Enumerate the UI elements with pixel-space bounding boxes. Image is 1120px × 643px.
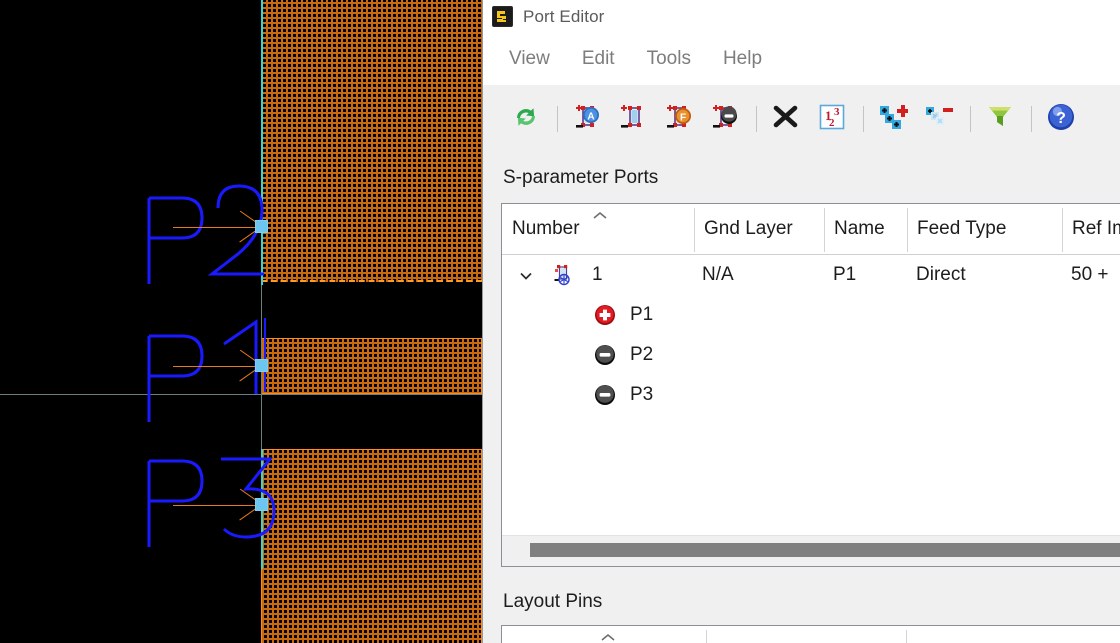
svg-text:F: F: [680, 112, 686, 123]
column-header-gnd-layer[interactable]: Gnd Layer: [694, 204, 824, 254]
toolbar-separator-5: [1031, 106, 1032, 132]
svg-text:3: 3: [834, 106, 840, 118]
table-row[interactable]: 1 N/A P1 Direct 50 +: [502, 255, 1120, 295]
help-button[interactable]: ?: [1042, 100, 1080, 138]
help-icon: ?: [1045, 101, 1077, 138]
sparameter-ports-title: S-parameter Ports: [503, 167, 659, 188]
delete-icon: [771, 102, 801, 137]
add-port-terminal-icon: [618, 102, 648, 137]
menubar: View Edit Tools Help: [483, 33, 1120, 85]
port-lead-p2: [173, 227, 266, 228]
menu-item-view[interactable]: View: [501, 45, 566, 73]
menu-item-edit[interactable]: Edit: [566, 45, 631, 73]
layout-pins-grid[interactable]: [501, 625, 1120, 643]
toolbar-separator-2: [756, 106, 757, 132]
create-terminal-port-button[interactable]: [614, 100, 652, 138]
port-label-p1: [146, 314, 268, 424]
layout-pins-column-header-2[interactable]: [706, 626, 906, 643]
delete-port-button[interactable]: [767, 100, 805, 138]
menu-item-tools[interactable]: Tools: [631, 45, 707, 73]
layout-canvas[interactable]: [0, 0, 482, 643]
add-port-auto-icon: A: [572, 102, 602, 137]
create-automatic-port-button[interactable]: A: [568, 100, 606, 138]
cell-feed-type: Direct: [916, 264, 966, 285]
table-row[interactable]: P3: [502, 375, 1120, 415]
add-pins-icon: [878, 102, 909, 137]
refresh-icon: [511, 102, 541, 137]
window-title: Port Editor: [523, 6, 605, 26]
sparameter-grid-header: Number Gnd Layer Name Feed Type Ref Im: [502, 204, 1120, 255]
port-marker-p3[interactable]: [255, 498, 268, 511]
cell-terminal-name: P3: [630, 384, 654, 405]
filter-icon: [985, 102, 1015, 137]
window-titlebar: Port Editor: [483, 0, 1120, 33]
svg-text:2: 2: [829, 117, 835, 129]
cell-number: 1: [592, 264, 603, 285]
copper-region-middle: [261, 338, 482, 394]
column-header-number[interactable]: Number: [502, 204, 694, 254]
port-marker-p1[interactable]: [255, 359, 268, 372]
create-negative-port-button[interactable]: [706, 100, 744, 138]
layout-pins-title: Layout Pins: [503, 591, 603, 612]
column-header-feed-type[interactable]: Feed Type: [907, 204, 1062, 254]
port-lead-p3: [173, 505, 266, 506]
toolbar: A F 1 2 3 ?: [483, 85, 1120, 153]
port-lead-p1: [173, 366, 266, 367]
layout-pins-grid-header: [502, 626, 1120, 643]
layout-pins-column-header-3[interactable]: [906, 626, 1120, 643]
add-port-field-icon: F: [664, 102, 694, 137]
toolbar-separator-4: [970, 106, 971, 132]
port-editor-screen: Port Editor View Edit Tools Help A F 1 2…: [0, 0, 1120, 643]
table-row[interactable]: P2: [502, 335, 1120, 375]
port-editor-panel: Port Editor View Edit Tools Help A F 1 2…: [482, 0, 1120, 643]
cell-terminal-name: P2: [630, 344, 654, 365]
layout-pins-column-header-1[interactable]: [502, 626, 706, 643]
svg-text:?: ?: [1056, 110, 1066, 127]
copper-region-bottom: [261, 449, 482, 643]
cell-ref-impedance: 50 +: [1071, 264, 1109, 285]
port-label-p2: [146, 176, 268, 286]
cell-gnd-layer: N/A: [702, 264, 734, 285]
horizontal-scrollbar[interactable]: [502, 535, 1120, 566]
toolbar-separator-3: [863, 106, 864, 132]
svg-text:A: A: [587, 111, 594, 122]
filter-button[interactable]: [981, 100, 1019, 138]
horizontal-scrollbar-thumb[interactable]: [530, 543, 1120, 557]
expand-chevron-icon[interactable]: [518, 268, 534, 284]
port-editor-logo-icon: [492, 6, 513, 27]
terminal-positive-icon: [594, 304, 616, 326]
cell-terminal-name: P1: [630, 304, 654, 325]
add-port-negative-icon: [710, 102, 740, 137]
terminal-negative-icon: [594, 384, 616, 406]
renumber-icon: 1 2 3: [817, 102, 847, 137]
refresh-button[interactable]: [507, 100, 545, 138]
sparameter-grid-body: 1 N/A P1 Direct 50 + P1 P2 P3: [502, 255, 1120, 537]
renumber-ports-button[interactable]: 1 2 3: [813, 100, 851, 138]
cell-name: P1: [833, 264, 857, 285]
toolbar-separator-1: [557, 106, 558, 132]
column-header-ref-impedance[interactable]: Ref Im: [1062, 204, 1120, 254]
create-field-port-button[interactable]: F: [660, 100, 698, 138]
column-header-name[interactable]: Name: [824, 204, 907, 254]
terminal-negative-icon: [594, 344, 616, 366]
port-marker-p2[interactable]: [255, 220, 268, 233]
remove-pins-button[interactable]: [920, 100, 958, 138]
port-pin-icon: [552, 264, 574, 286]
remove-pins-icon: [924, 102, 954, 137]
add-pins-button[interactable]: [874, 100, 912, 138]
menu-item-help[interactable]: Help: [707, 45, 778, 73]
table-row[interactable]: P1: [502, 295, 1120, 335]
copper-region-top: [261, 0, 482, 282]
sparameter-ports-grid[interactable]: Number Gnd Layer Name Feed Type Ref Im: [501, 203, 1120, 567]
